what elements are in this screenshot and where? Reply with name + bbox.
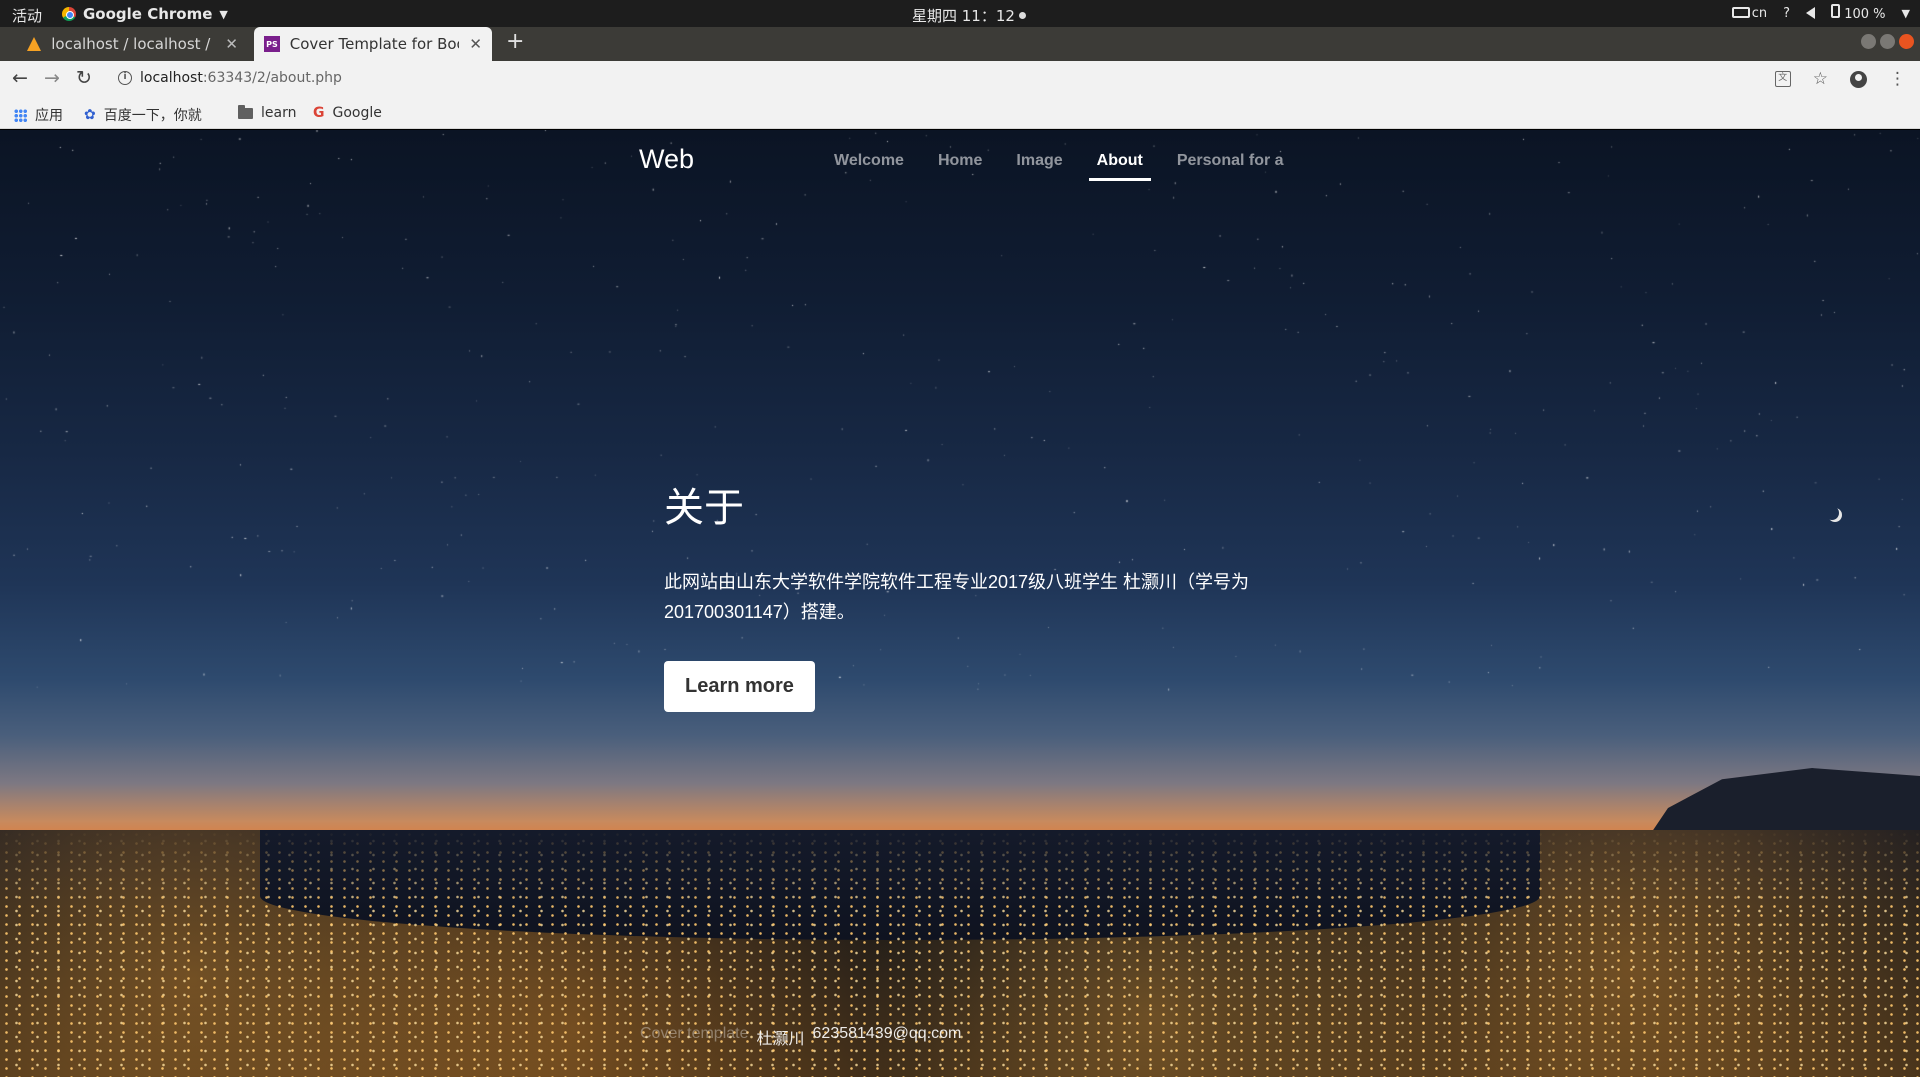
- profile-icon[interactable]: [1850, 70, 1867, 88]
- site-nav: Welcome Home Image About Personal for a: [826, 152, 1310, 181]
- browser-toolbar: ← → ↻ i localhost:63343/2/about.php 文 ☆ …: [0, 61, 1920, 99]
- phpmyadmin-icon: [26, 36, 42, 52]
- bookmark-label: learn: [261, 105, 297, 121]
- bookmark-baidu[interactable]: ✿ 百度一下，你就: [84, 105, 202, 125]
- system-tray[interactable]: cn ? 100 % ▼: [1731, 4, 1910, 22]
- tab-cover-template[interactable]: PS Cover Template for Boots ✕: [254, 27, 492, 61]
- bookmark-apps[interactable]: 应用: [14, 105, 63, 125]
- bookmark-star-icon[interactable]: ☆: [1813, 69, 1828, 89]
- app-menu[interactable]: Google Chrome ▼: [62, 5, 228, 23]
- window-controls: [1861, 34, 1914, 49]
- menu-kebab-icon[interactable]: ⋮: [1889, 69, 1906, 89]
- about-paragraph: 此网站由山东大学软件学院软件工程专业2017级八班学生 杜灏川（学号为20170…: [664, 572, 1250, 622]
- nav-link-personal[interactable]: Personal for a: [1169, 152, 1292, 181]
- tab-title: localhost / localhost / dat: [51, 35, 215, 53]
- phpstorm-icon: PS: [264, 36, 280, 52]
- cover-content: 关于 此网站由山东大学软件学院软件工程专业2017级八班学生 杜灏川（学号为20…: [664, 475, 1264, 712]
- maximize-button[interactable]: [1880, 34, 1895, 49]
- nav-link-welcome[interactable]: Welcome: [826, 152, 912, 181]
- reload-icon[interactable]: ↻: [76, 67, 92, 89]
- site-footer: Cover template 杜灏川 623581439@qq.com: [640, 1025, 961, 1049]
- nav-link-image[interactable]: Image: [1008, 152, 1070, 181]
- minimize-button[interactable]: [1861, 34, 1876, 49]
- footer-email[interactable]: 623581439@qq.com: [813, 1025, 962, 1049]
- bookmarks-bar: 应用 ✿ 百度一下，你就 learn G Google: [0, 99, 1920, 129]
- page-title: 关于: [664, 486, 744, 530]
- activities-button[interactable]: 活动: [12, 5, 42, 26]
- bookmark-label: 百度一下，你就: [103, 108, 202, 124]
- os-top-bar: 活动 Google Chrome ▼ 星期四 11：12 cn ? 100 % …: [0, 0, 1920, 27]
- tab-phpmyadmin[interactable]: localhost / localhost / dat ✕: [16, 27, 248, 61]
- battery-icon: [1831, 4, 1841, 18]
- clock-text: 星期四 11：12: [912, 7, 1015, 25]
- address-bar[interactable]: i localhost:63343/2/about.php: [118, 70, 342, 86]
- input-method[interactable]: cn: [1731, 5, 1768, 21]
- learn-more-button[interactable]: Learn more: [664, 661, 815, 712]
- tab-strip: localhost / localhost / dat ✕ PS Cover T…: [0, 27, 1920, 61]
- apps-icon: [14, 108, 27, 122]
- tab-title: Cover Template for Boots: [289, 35, 460, 53]
- volume-icon[interactable]: [1806, 7, 1816, 19]
- new-tab-button[interactable]: +: [506, 29, 524, 54]
- url-host: localhost: [140, 70, 203, 86]
- bookmark-label: 应用: [35, 108, 63, 124]
- close-window-button[interactable]: [1899, 34, 1914, 49]
- chevron-down-icon: ▼: [219, 7, 228, 21]
- folder-icon: [238, 104, 253, 119]
- nav-link-about[interactable]: About: [1088, 152, 1151, 181]
- keyboard-icon: [1731, 6, 1750, 18]
- footer-faint-text: Cover template: [640, 1025, 749, 1042]
- nav-link-home[interactable]: Home: [930, 152, 990, 181]
- notification-dot-icon: [1018, 12, 1026, 19]
- input-method-label: cn: [1751, 5, 1768, 21]
- battery-indicator[interactable]: 100 %: [1831, 4, 1886, 22]
- bookmark-folder-learn[interactable]: learn: [238, 104, 297, 121]
- help-icon[interactable]: ?: [1783, 6, 1790, 21]
- site-info-icon[interactable]: i: [118, 71, 132, 85]
- bookmark-google[interactable]: G Google: [313, 105, 382, 121]
- site-brand[interactable]: Web: [639, 144, 694, 175]
- toolbar-actions: 文 ☆ ⋮: [1774, 69, 1906, 89]
- close-tab-icon[interactable]: ✕: [469, 35, 482, 53]
- back-arrow-icon[interactable]: ←: [12, 67, 28, 89]
- baidu-icon: ✿: [84, 107, 96, 123]
- battery-label: 100 %: [1844, 7, 1886, 22]
- bookmark-label: Google: [332, 105, 382, 121]
- chrome-icon: [62, 7, 76, 21]
- crescent-moon-icon: [1825, 506, 1839, 520]
- clock[interactable]: 星期四 11：12: [912, 5, 1026, 26]
- app-name: Google Chrome: [83, 5, 213, 23]
- close-tab-icon[interactable]: ✕: [225, 35, 238, 53]
- translate-icon[interactable]: 文: [1774, 71, 1791, 87]
- system-menu-chevron-icon[interactable]: ▼: [1902, 7, 1910, 20]
- forward-arrow-icon[interactable]: →: [44, 67, 60, 89]
- url-path: :63343/2/about.php: [202, 70, 342, 86]
- footer-author: 杜灏川: [756, 1031, 805, 1048]
- google-icon: G: [313, 105, 325, 121]
- page-viewport: Web Welcome Home Image About Personal fo…: [0, 130, 1920, 1077]
